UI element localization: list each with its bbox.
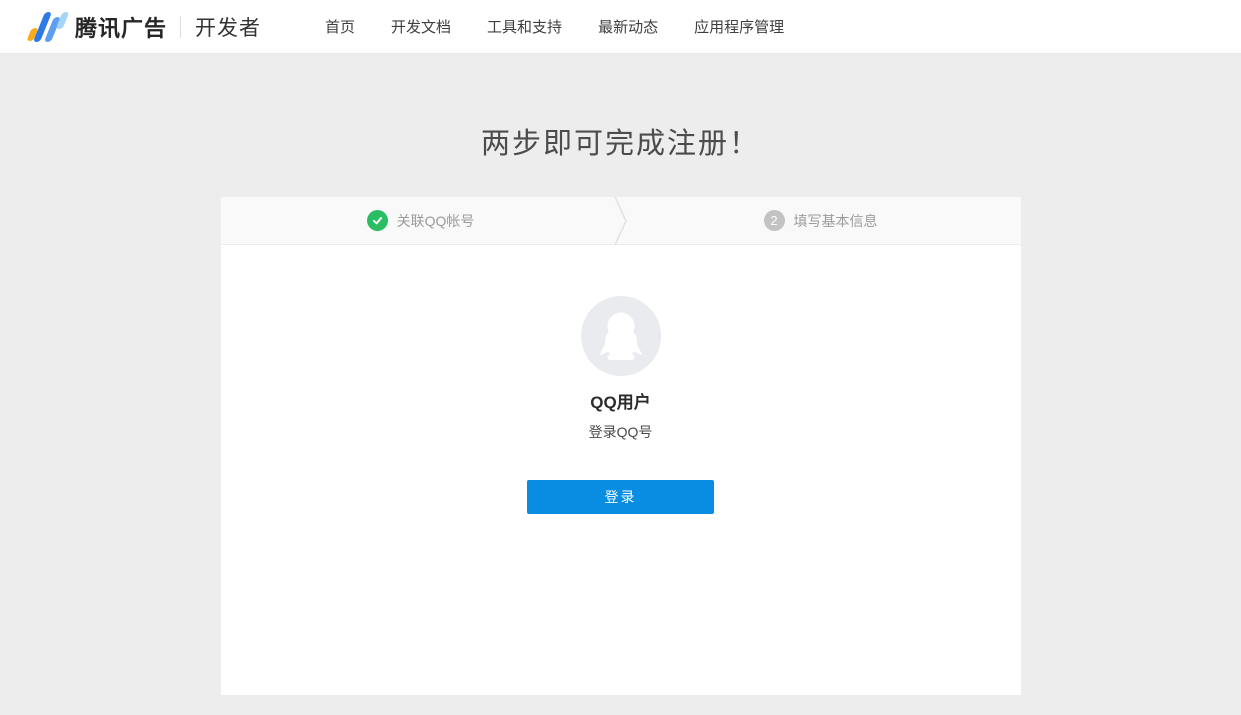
registration-card: 关联QQ帐号 2 填写基本信息 [221, 197, 1021, 695]
top-navbar: 腾讯广告 开发者 首页 开发文档 工具和支持 最新动态 应用程序管理 [0, 0, 1241, 54]
chevron-right-icon [613, 197, 629, 245]
subbrand-developer[interactable]: 开发者 [195, 12, 261, 42]
tencent-ads-logo-icon [28, 12, 66, 42]
nav-item-docs[interactable]: 开发文档 [391, 16, 451, 37]
account-name: QQ用户 [221, 388, 1021, 413]
qq-login-panel: QQ用户 登录QQ号 登录 [221, 296, 1021, 514]
registration-page: 两步即可完成注册！ 关联QQ帐号 2 填写基本信息 [0, 54, 1241, 695]
nav-item-app-management[interactable]: 应用程序管理 [694, 16, 784, 37]
account-hint: 登录QQ号 [221, 422, 1021, 442]
step-label: 关联QQ帐号 [397, 211, 475, 231]
step-fill-basic-info: 2 填写基本信息 [621, 197, 1021, 244]
step-number-badge: 2 [764, 210, 785, 231]
brand-divider [180, 16, 181, 38]
brand-name[interactable]: 腾讯广告 [75, 11, 167, 43]
step-link-qq-account: 关联QQ帐号 [221, 197, 621, 244]
step-indicator: 关联QQ帐号 2 填写基本信息 [221, 197, 1021, 245]
page-title: 两步即可完成注册！ [0, 54, 1241, 161]
check-icon [367, 210, 388, 231]
step-label: 填写基本信息 [794, 211, 878, 231]
main-nav: 首页 开发文档 工具和支持 最新动态 应用程序管理 [325, 16, 784, 37]
avatar [581, 296, 661, 376]
login-button[interactable]: 登录 [527, 480, 714, 514]
nav-item-tools-support[interactable]: 工具和支持 [487, 16, 562, 37]
qq-penguin-icon [581, 296, 661, 376]
nav-item-home[interactable]: 首页 [325, 16, 355, 37]
nav-item-news[interactable]: 最新动态 [598, 16, 658, 37]
